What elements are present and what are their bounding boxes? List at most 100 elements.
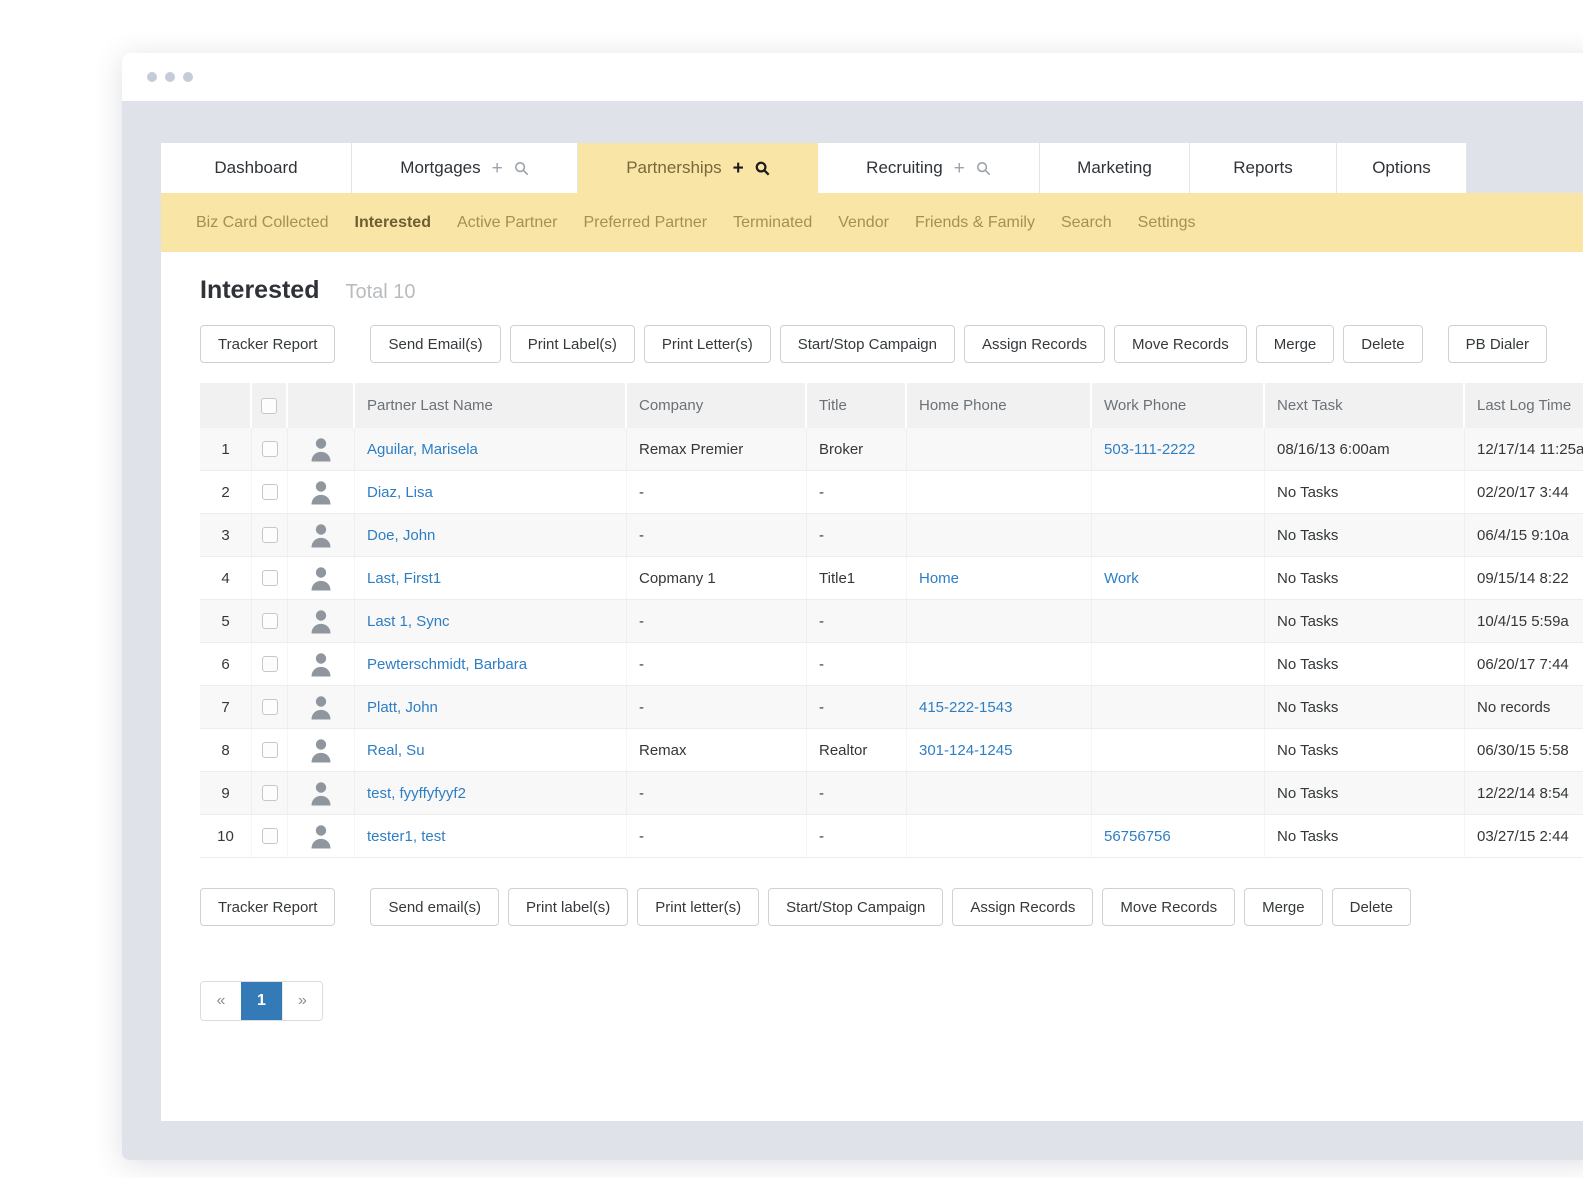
partner-name-link[interactable]: Last, First1 xyxy=(367,570,441,587)
row-number: 2 xyxy=(200,471,252,513)
merge-button[interactable]: Merge xyxy=(1244,888,1323,926)
partner-name-link[interactable]: Diaz, Lisa xyxy=(367,484,433,501)
work-phone-link[interactable]: 56756756 xyxy=(1104,828,1171,845)
tab-reports[interactable]: Reports xyxy=(1190,143,1337,193)
last-log-cell: 06/20/17 7:44 xyxy=(1465,643,1583,685)
search-icon[interactable] xyxy=(514,161,529,176)
home-phone-link[interactable]: 301-124-1245 xyxy=(919,742,1012,759)
header-last-log-time[interactable]: Last Log Time xyxy=(1465,383,1583,428)
home-phone-link[interactable]: Home xyxy=(919,570,959,587)
print-labels-button[interactable]: Print Label(s) xyxy=(510,325,635,363)
add-icon[interactable]: + xyxy=(492,159,503,178)
person-avatar-icon[interactable] xyxy=(309,780,333,806)
search-icon[interactable] xyxy=(976,161,991,176)
row-checkbox[interactable] xyxy=(262,699,278,715)
last-log-cell: 09/15/14 8:22 xyxy=(1465,557,1583,599)
tab-mortgages[interactable]: Mortgages + xyxy=(352,143,578,193)
row-checkbox[interactable] xyxy=(262,527,278,543)
tab-label: Recruiting xyxy=(866,158,943,178)
person-avatar-icon[interactable] xyxy=(309,737,333,763)
tab-options[interactable]: Options xyxy=(1337,143,1467,193)
subnav-item-preferred-partner[interactable]: Preferred Partner xyxy=(570,214,720,232)
subnav-item-active-partner[interactable]: Active Partner xyxy=(444,214,570,232)
person-avatar-icon[interactable] xyxy=(309,823,333,849)
subnav-item-biz-card-collected[interactable]: Biz Card Collected xyxy=(183,214,342,232)
row-checkbox[interactable] xyxy=(262,828,278,844)
header-next-task[interactable]: Next Task xyxy=(1265,383,1465,428)
table-row: 5 Last 1, Sync - - No Tasks 10/4/15 5:59… xyxy=(200,600,1583,643)
subnav-item-interested[interactable]: Interested xyxy=(342,214,444,232)
last-log-cell: No records xyxy=(1465,686,1583,728)
add-icon[interactable]: + xyxy=(954,159,965,178)
header-home-phone[interactable]: Home Phone xyxy=(907,383,1092,428)
tab-dashboard[interactable]: Dashboard xyxy=(161,143,352,193)
move-records-button[interactable]: Move Records xyxy=(1114,325,1247,363)
row-checkbox[interactable] xyxy=(262,441,278,457)
tab-label: Options xyxy=(1372,158,1431,178)
person-avatar-icon[interactable] xyxy=(309,522,333,548)
start-stop-campaign-button[interactable]: Start/Stop Campaign xyxy=(780,325,955,363)
work-phone-link[interactable]: 503-111-2222 xyxy=(1104,441,1195,458)
partner-name-link[interactable]: Real, Su xyxy=(367,742,425,759)
subnav-item-friends-family[interactable]: Friends & Family xyxy=(902,214,1048,232)
tracker-report-button[interactable]: Tracker Report xyxy=(200,888,335,926)
subnav-item-settings[interactable]: Settings xyxy=(1125,214,1209,232)
send-emails-button[interactable]: Send email(s) xyxy=(370,888,499,926)
pagination-prev-button[interactable]: « xyxy=(201,982,241,1020)
select-all-checkbox[interactable] xyxy=(261,398,277,414)
print-labels-button[interactable]: Print label(s) xyxy=(508,888,628,926)
delete-button[interactable]: Delete xyxy=(1332,888,1411,926)
person-avatar-icon[interactable] xyxy=(309,479,333,505)
person-avatar-icon[interactable] xyxy=(309,565,333,591)
pagination-page-1[interactable]: 1 xyxy=(241,982,282,1020)
search-icon[interactable] xyxy=(755,161,770,176)
row-checkbox[interactable] xyxy=(262,742,278,758)
header-company[interactable]: Company xyxy=(627,383,807,428)
person-avatar-icon[interactable] xyxy=(309,436,333,462)
row-checkbox[interactable] xyxy=(262,785,278,801)
partner-name-link[interactable]: test, fyyffyfyyf2 xyxy=(367,785,466,802)
title-cell: - xyxy=(807,514,907,556)
header-work-phone[interactable]: Work Phone xyxy=(1092,383,1265,428)
partner-name-link[interactable]: Pewterschmidt, Barbara xyxy=(367,656,527,673)
start-stop-campaign-button[interactable]: Start/Stop Campaign xyxy=(768,888,943,926)
send-emails-button[interactable]: Send Email(s) xyxy=(370,325,500,363)
subnav-item-vendor[interactable]: Vendor xyxy=(825,214,902,232)
partner-name-link[interactable]: Aguilar, Marisela xyxy=(367,441,478,458)
tracker-report-button[interactable]: Tracker Report xyxy=(200,325,335,363)
title-cell: Broker xyxy=(807,428,907,470)
header-partner-last-name[interactable]: Partner Last Name xyxy=(355,383,627,428)
assign-records-button[interactable]: Assign Records xyxy=(964,325,1105,363)
partner-name-link[interactable]: Last 1, Sync xyxy=(367,613,450,630)
subnav-item-terminated[interactable]: Terminated xyxy=(720,214,825,232)
row-checkbox[interactable] xyxy=(262,613,278,629)
merge-button[interactable]: Merge xyxy=(1256,325,1335,363)
row-checkbox-cell xyxy=(252,815,288,857)
table-row: 2 Diaz, Lisa - - No Tasks 02/20/17 3:44 xyxy=(200,471,1583,514)
home-phone-link[interactable]: 415-222-1543 xyxy=(919,699,1012,716)
pagination: « 1 » xyxy=(200,981,323,1021)
header-title[interactable]: Title xyxy=(807,383,907,428)
print-letters-button[interactable]: Print letter(s) xyxy=(637,888,759,926)
pb-dialer-button[interactable]: PB Dialer xyxy=(1448,325,1547,363)
partner-name-link[interactable]: Doe, John xyxy=(367,527,435,544)
person-avatar-icon[interactable] xyxy=(309,651,333,677)
assign-records-button[interactable]: Assign Records xyxy=(952,888,1093,926)
delete-button[interactable]: Delete xyxy=(1343,325,1422,363)
tab-marketing[interactable]: Marketing xyxy=(1040,143,1190,193)
row-checkbox[interactable] xyxy=(262,656,278,672)
person-avatar-icon[interactable] xyxy=(309,608,333,634)
print-letters-button[interactable]: Print Letter(s) xyxy=(644,325,771,363)
add-icon[interactable]: + xyxy=(733,159,744,178)
pagination-next-button[interactable]: » xyxy=(282,982,322,1020)
tab-recruiting[interactable]: Recruiting + xyxy=(818,143,1040,193)
row-checkbox[interactable] xyxy=(262,484,278,500)
row-checkbox[interactable] xyxy=(262,570,278,586)
work-phone-link[interactable]: Work xyxy=(1104,570,1139,587)
move-records-button[interactable]: Move Records xyxy=(1102,888,1235,926)
partner-name-link[interactable]: Platt, John xyxy=(367,699,438,716)
subnav-item-search[interactable]: Search xyxy=(1048,214,1125,232)
partner-name-link[interactable]: tester1, test xyxy=(367,828,445,845)
tab-partnerships[interactable]: Partnerships + xyxy=(578,143,818,193)
person-avatar-icon[interactable] xyxy=(309,694,333,720)
